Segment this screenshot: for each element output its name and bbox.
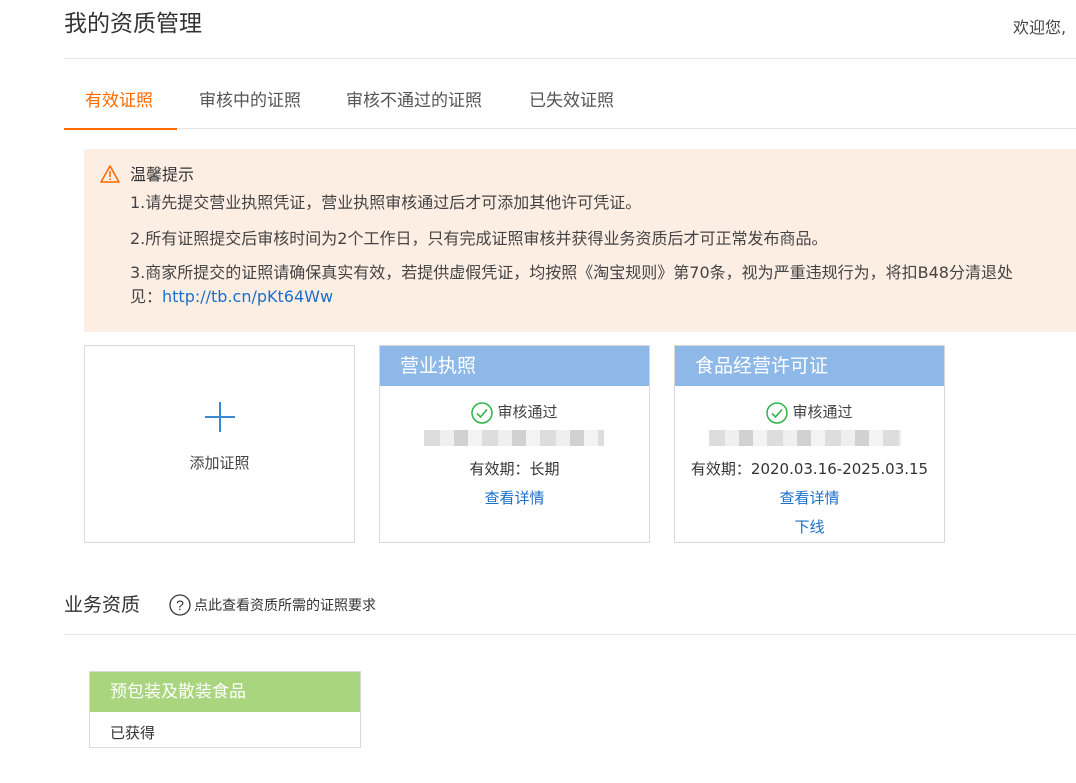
qualification-help-link[interactable]: 点此查看资质所需的证照要求 [194, 596, 376, 616]
check-circle-icon [471, 401, 494, 424]
plus-icon [205, 402, 235, 432]
qualification-section-title: 业务资质 [64, 594, 141, 616]
notice-line-1: 1.请先提交营业执照凭证，营业执照审核通过后才可添加其他许可凭证。 [130, 193, 642, 212]
warning-icon [100, 165, 120, 183]
welcome-text: 欢迎您, [1013, 18, 1067, 37]
food-license-validity: 有效期：2020.03.16-2025.03.15 [675, 458, 944, 479]
qualification-card: 预包装及散装食品 已获得 [89, 671, 361, 748]
business-license-title: 营业执照 [380, 346, 649, 386]
tab-rejected[interactable]: 审核不通过的证照 [346, 88, 482, 114]
check-circle-icon [766, 401, 789, 424]
tab-expired[interactable]: 已失效证照 [529, 88, 614, 114]
validity-value: 长期 [529, 460, 560, 478]
active-tab-indicator [64, 128, 177, 130]
qualification-name: 预包装及散装食品 [90, 672, 360, 712]
page-title: 我的资质管理 [64, 11, 202, 37]
business-license-card: 营业执照 审核通过 有效期：长期 查看详情 [379, 345, 650, 543]
business-license-detail-link[interactable]: 查看详情 [380, 487, 649, 508]
blurred-license-number [424, 430, 604, 446]
header-divider [64, 58, 1076, 59]
validity-label: 有效期： [690, 460, 751, 478]
qualification-status: 已获得 [110, 724, 156, 742]
status-text: 审核通过 [792, 403, 853, 421]
notice-line-2: 2.所有证照提交后审核时间为2个工作日，只有完成证照审核并获得业务资质后才可正常… [130, 229, 828, 248]
add-license-card[interactable]: 添加证照 [84, 345, 355, 543]
tabs-divider [64, 128, 1076, 129]
add-license-label: 添加证照 [189, 454, 250, 472]
notice-line-3: 3.商家所提交的证照请确保真实有效，若提供虚假凭证，均按照《淘宝规则》第70条，… [130, 263, 1013, 282]
validity-value: 2020.03.16-2025.03.15 [750, 460, 929, 478]
food-license-offline-link[interactable]: 下线 [675, 516, 944, 537]
food-license-detail-link[interactable]: 查看详情 [675, 487, 944, 508]
tab-valid-licenses[interactable]: 有效证照 [85, 88, 153, 114]
food-license-card: 食品经营许可证 审核通过 有效期：2020.03.16-2025.03.15 查… [674, 345, 945, 543]
svg-text:?: ? [176, 597, 184, 613]
question-circle-icon[interactable]: ? [169, 594, 191, 616]
status-text: 审核通过 [497, 403, 558, 421]
food-license-status: 审核通过 [675, 400, 944, 424]
rules-link[interactable]: http://tb.cn/pKt64Ww [162, 287, 333, 306]
notice-title: 温馨提示 [130, 165, 195, 184]
blurred-license-number [709, 430, 901, 446]
notice-link-prefix: 见： [130, 287, 163, 306]
food-license-title: 食品经营许可证 [675, 346, 944, 386]
business-license-status: 审核通过 [380, 400, 649, 424]
notice-line-4: 见：http://tb.cn/pKt64Ww [130, 286, 333, 308]
qualification-divider [64, 634, 1076, 635]
validity-label: 有效期： [469, 460, 530, 478]
tab-under-review[interactable]: 审核中的证照 [199, 88, 301, 114]
business-license-validity: 有效期：长期 [380, 458, 649, 479]
